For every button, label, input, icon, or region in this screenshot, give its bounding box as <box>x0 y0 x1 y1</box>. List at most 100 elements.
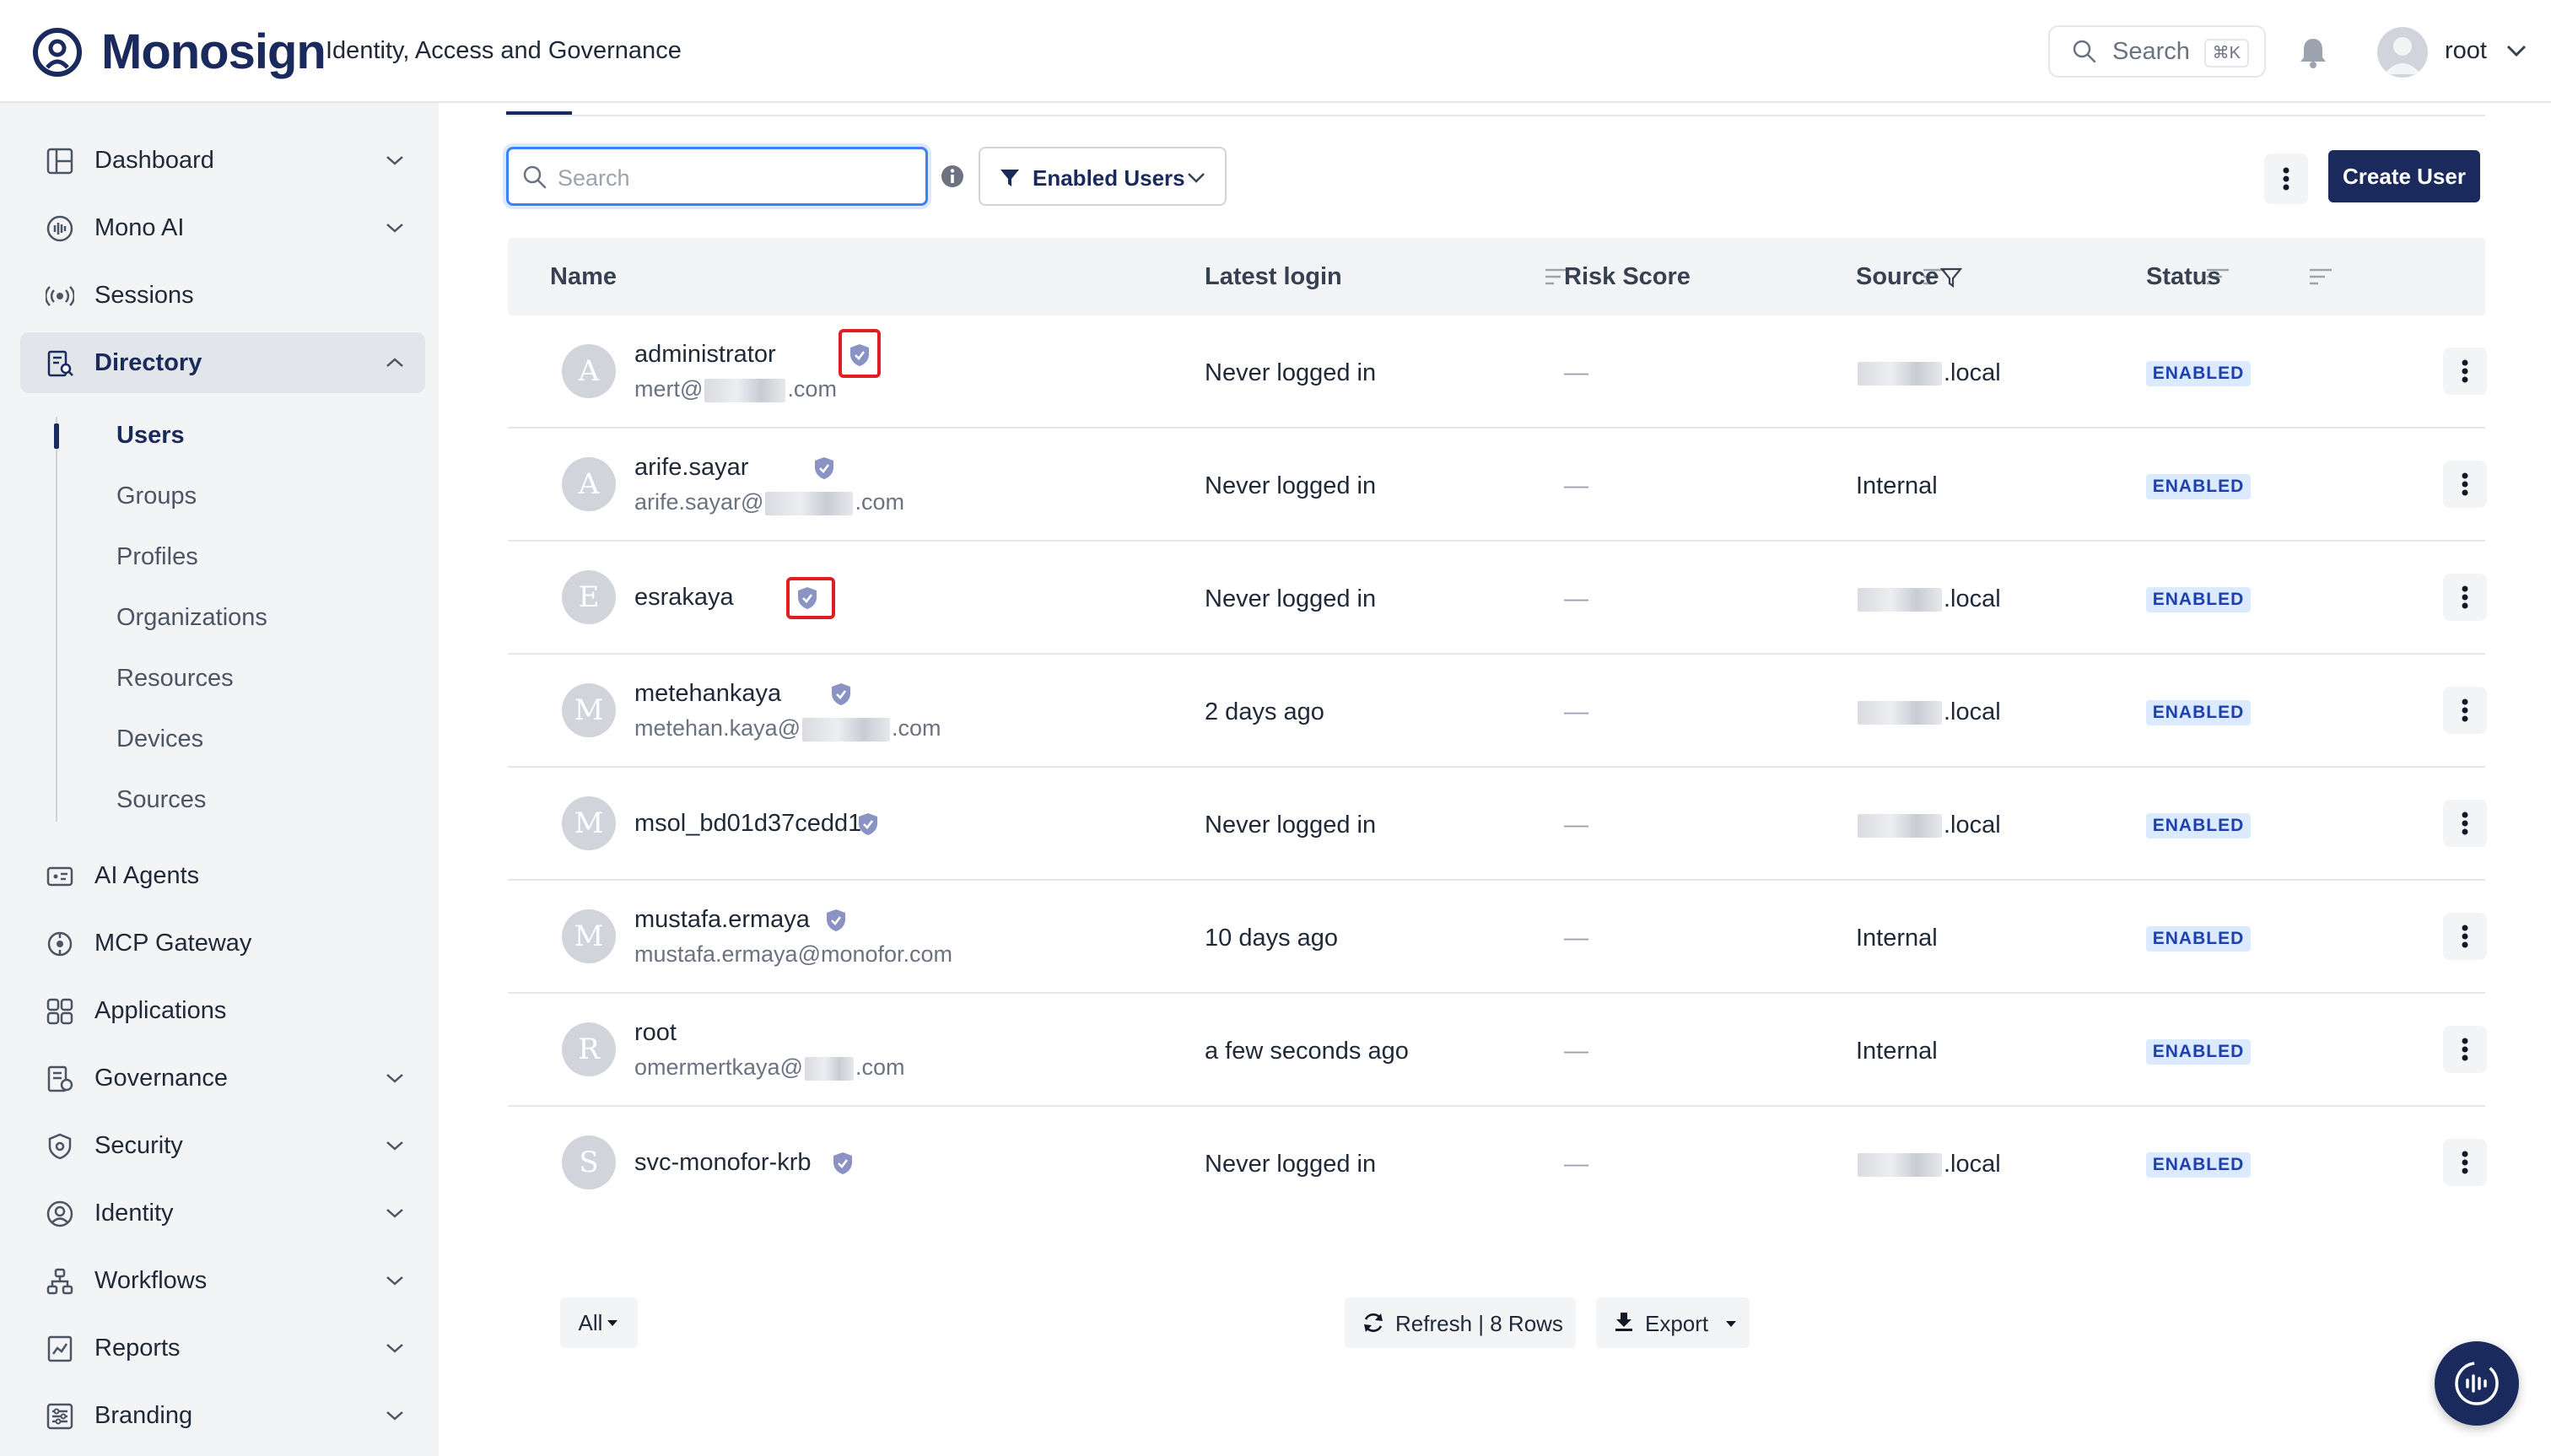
column-header-latest-login[interactable]: Latest login <box>1205 263 1342 291</box>
row-actions-button[interactable] <box>2443 1139 2487 1186</box>
latest-login: Never logged in <box>1205 359 1377 386</box>
user-email: mustafa.ermaya@monofor.com <box>634 941 953 967</box>
chevron-down-icon <box>386 1209 403 1218</box>
verified-shield-icon <box>832 683 850 705</box>
sidebar-item-mcp-gateway[interactable]: MCP Gateway <box>20 913 425 973</box>
submenu-rail <box>56 417 57 822</box>
column-header-name[interactable]: Name <box>550 263 617 291</box>
status-badge: ENABLED <box>2146 361 2251 386</box>
sidebar-subitem-organizations[interactable]: Organizations <box>116 604 267 632</box>
sidebar-item-mono-ai[interactable]: Mono AI <box>20 197 425 258</box>
column-header-status[interactable]: Status <box>2146 263 2221 291</box>
user-name[interactable]: root <box>634 1019 677 1047</box>
ai-assistant-button[interactable] <box>2435 1341 2519 1426</box>
sidebar-subitem-resources[interactable]: Resources <box>116 665 234 693</box>
row-actions-button[interactable] <box>2443 687 2487 734</box>
user-name[interactable]: administrator <box>634 341 776 369</box>
user-name[interactable]: arife.sayar <box>634 454 748 482</box>
sidebar-item-branding[interactable]: Branding <box>20 1385 425 1446</box>
column-header-source[interactable]: Source <box>1856 263 1939 291</box>
more-options-button[interactable] <box>2264 154 2308 204</box>
source: .local <box>1856 812 2001 839</box>
row-actions-button[interactable] <box>2443 800 2487 847</box>
table-row[interactable]: A arife.sayar arife.sayar@ .com Never log… <box>508 429 2487 542</box>
sidebar-item-identity[interactable]: Identity <box>20 1183 425 1243</box>
table-row[interactable]: S svc-monofor-krb Never logged in — .loc… <box>508 1107 2487 1220</box>
kebab-menu-icon <box>2462 812 2468 835</box>
search-input[interactable] <box>558 161 912 195</box>
risk-score: — <box>1564 812 1588 839</box>
filter-label: Enabled Users <box>1033 165 1185 191</box>
sidebar-item-label: Security <box>94 1131 183 1159</box>
info-icon[interactable] <box>940 164 965 189</box>
sidebar-subitem-profiles[interactable]: Profiles <box>116 543 198 571</box>
user-avatar[interactable] <box>2377 27 2428 78</box>
status-badge: ENABLED <box>2146 813 2251 839</box>
user-name[interactable]: msol_bd01d37cedd1 <box>634 810 861 838</box>
table-row[interactable]: M msol_bd01d37cedd1 Never logged in — .l… <box>508 768 2487 881</box>
row-actions-button[interactable] <box>2443 461 2487 508</box>
sidebar-subitem-groups[interactable]: Groups <box>116 483 197 510</box>
refresh-icon <box>1364 1313 1383 1332</box>
global-search-button[interactable]: Search ⌘K <box>2048 25 2266 78</box>
kebab-menu-icon <box>2283 167 2289 191</box>
source: Internal <box>1856 925 1938 952</box>
status-badge: ENABLED <box>2146 926 2251 952</box>
table-row[interactable]: R root omermertkaya@ .com a few seconds a… <box>508 994 2487 1107</box>
export-button[interactable]: Export <box>1596 1297 1750 1348</box>
source: Internal <box>1856 472 1938 499</box>
page-size-dropdown[interactable]: All <box>560 1297 638 1348</box>
sidebar-item-dashboard[interactable]: Dashboard <box>20 130 425 191</box>
refresh-button[interactable]: Refresh | 8 Rows <box>1345 1297 1576 1348</box>
export-label: Export <box>1645 1311 1709 1336</box>
reports-icon <box>47 1335 73 1362</box>
sidebar-item-reports[interactable]: Reports <box>20 1318 425 1378</box>
kebab-menu-icon <box>2462 1151 2468 1174</box>
tab-active-indicator <box>506 111 572 115</box>
caret-down-icon <box>607 1320 618 1326</box>
status-badge: ENABLED <box>2146 587 2251 612</box>
user-name[interactable]: svc-monofor-krb <box>634 1149 812 1177</box>
sort-icon[interactable] <box>2308 267 2333 287</box>
sidebar-item-ai-agents[interactable]: AI Agents <box>20 845 425 906</box>
user-name[interactable]: root <box>2445 37 2487 65</box>
enabled-users-filter[interactable]: Enabled Users <box>979 147 1227 206</box>
sidebar-item-governance[interactable]: Governance <box>20 1048 425 1108</box>
chevron-down-icon <box>386 156 403 165</box>
user-search-box[interactable] <box>506 147 928 206</box>
latest-login: 10 days ago <box>1205 925 1339 952</box>
create-user-button[interactable]: Create User <box>2328 150 2480 202</box>
row-actions-button[interactable] <box>2443 348 2487 395</box>
user-name[interactable]: esrakaya <box>634 584 734 612</box>
sidebar-item-security[interactable]: Security <box>20 1115 425 1176</box>
brand-subtitle: Identity, Access and Governance <box>326 37 682 64</box>
filter-outline-icon[interactable] <box>1940 267 1962 289</box>
user-name[interactable]: metehankaya <box>634 680 781 708</box>
sidebar-item-workflows[interactable]: Workflows <box>20 1250 425 1311</box>
chevron-down-icon[interactable] <box>2505 42 2527 59</box>
sidebar-subitem-devices[interactable]: Devices <box>116 725 203 753</box>
user-name[interactable]: mustafa.ermaya <box>634 906 810 934</box>
sidebar-item-label: AI Agents <box>94 861 200 889</box>
sidebar-item-directory[interactable]: Directory <box>20 332 425 393</box>
latest-login: 2 days ago <box>1205 698 1324 725</box>
kebab-menu-icon <box>2462 472 2468 496</box>
sidebar-subitem-users[interactable]: Users <box>116 422 185 450</box>
row-actions-button[interactable] <box>2443 913 2487 960</box>
shield-icon <box>48 1133 72 1160</box>
row-actions-button[interactable] <box>2443 574 2487 621</box>
table-row[interactable]: M metehankaya metehan.kaya@ .com 2 days a… <box>508 655 2487 768</box>
row-actions-button[interactable] <box>2443 1026 2487 1073</box>
table-row[interactable]: M mustafa.ermaya mustafa.ermaya@monofor.… <box>508 881 2487 994</box>
verified-shield-icon <box>859 813 877 835</box>
table-row[interactable]: E esrakaya Never logged in — .local ENAB… <box>508 542 2487 655</box>
table-row[interactable]: A administrator mert@ .com Never logged i… <box>508 315 2487 429</box>
workflows-icon <box>46 1268 73 1295</box>
sidebar-subitem-sources[interactable]: Sources <box>116 786 206 814</box>
user-silhouette-icon <box>2384 37 2421 74</box>
bell-icon[interactable] <box>2298 35 2328 69</box>
dashboard-icon <box>46 148 73 175</box>
sidebar-item-applications[interactable]: Applications <box>20 980 425 1041</box>
column-header-risk-score[interactable]: Risk Score <box>1564 263 1691 291</box>
sidebar-item-sessions[interactable]: Sessions <box>20 265 425 326</box>
